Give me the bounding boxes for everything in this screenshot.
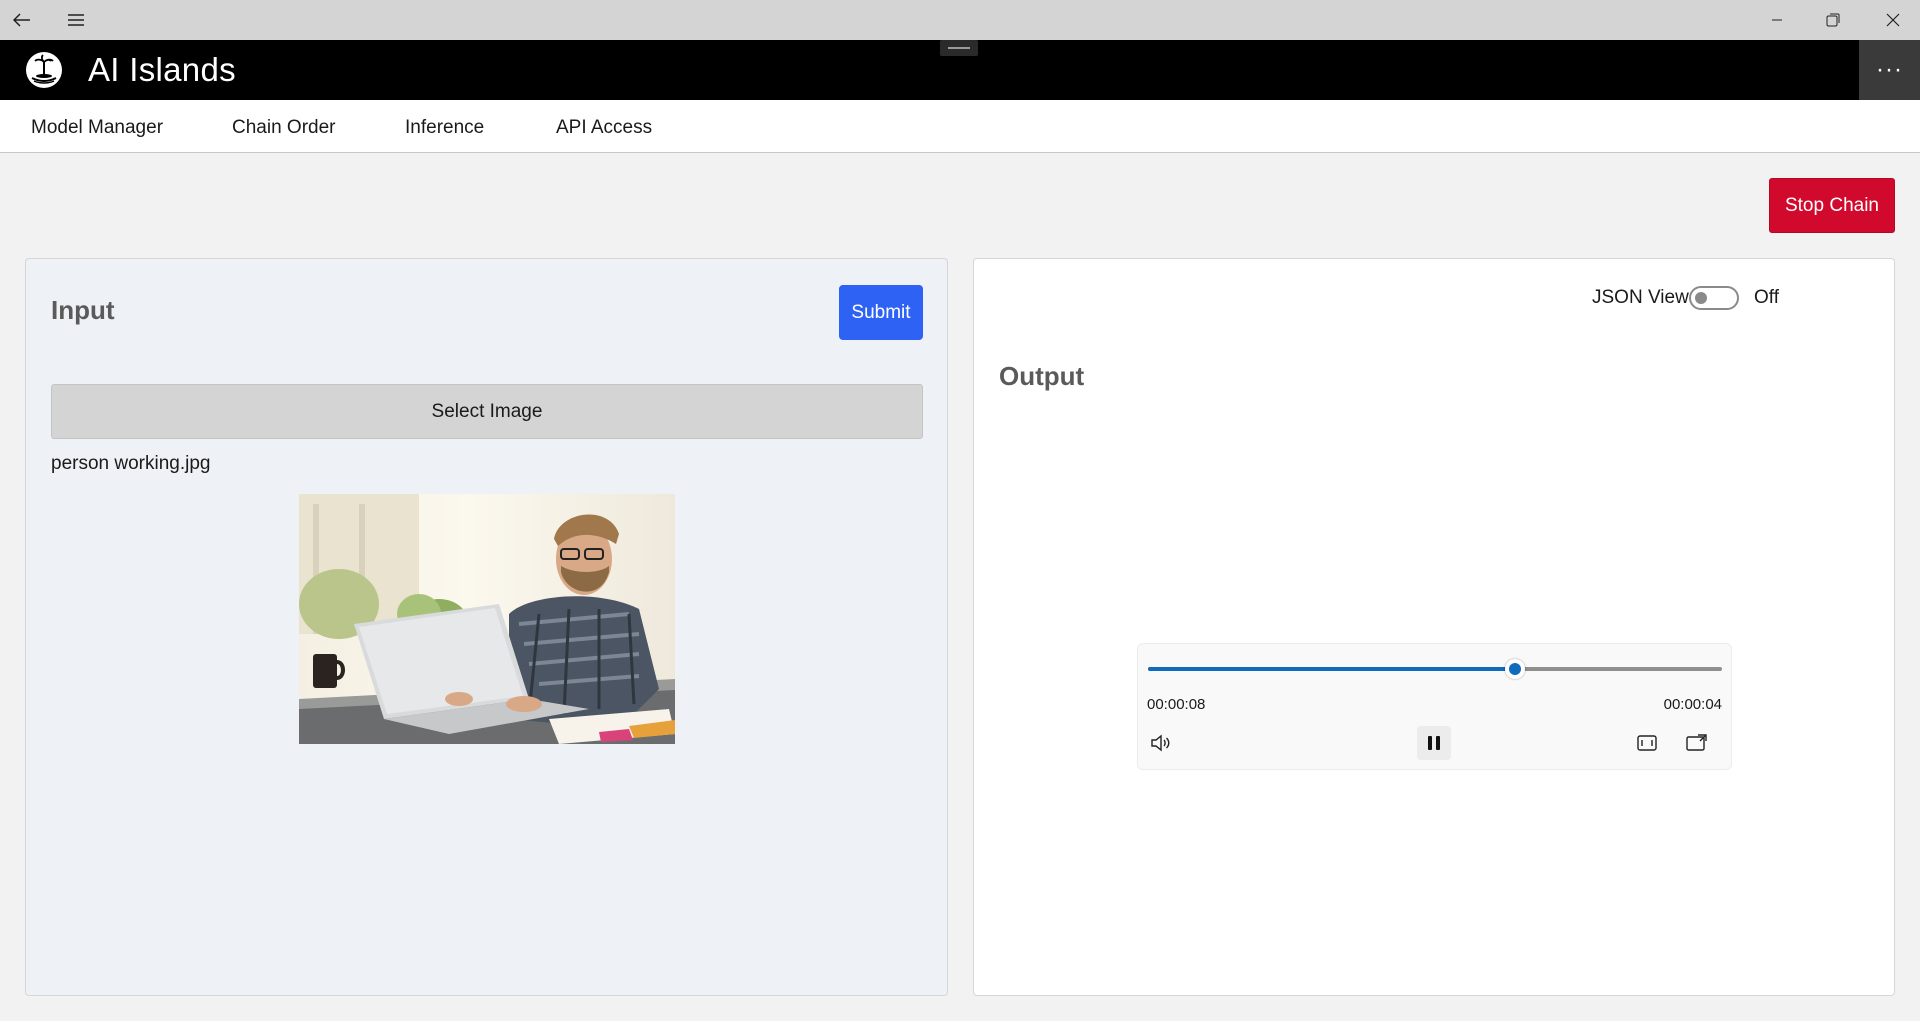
- toggle-knob: [1695, 292, 1707, 304]
- volume-icon[interactable]: [1144, 726, 1178, 760]
- nav-model-manager[interactable]: Model Manager: [31, 100, 163, 153]
- nav-api-access[interactable]: API Access: [556, 100, 652, 153]
- minimize-icon[interactable]: [1754, 0, 1800, 40]
- submit-button[interactable]: Submit: [839, 285, 923, 340]
- cast-to-device-icon[interactable]: [1679, 726, 1713, 760]
- close-icon[interactable]: [1866, 0, 1920, 40]
- input-title: Input: [51, 295, 115, 325]
- json-view-toggle[interactable]: [1689, 286, 1739, 310]
- input-panel: Input Submit Select Image person working…: [25, 258, 948, 996]
- pause-icon[interactable]: [1417, 726, 1451, 760]
- input-image-preview: [299, 494, 675, 744]
- restore-icon[interactable]: [1810, 0, 1856, 40]
- seek-bar[interactable]: [1148, 659, 1722, 679]
- back-arrow-icon[interactable]: [0, 0, 44, 40]
- nav-chain-order[interactable]: Chain Order: [232, 100, 336, 153]
- nav-inference[interactable]: Inference: [405, 100, 484, 153]
- hamburger-menu-icon[interactable]: [54, 0, 98, 40]
- remaining-time: 00:00:04: [1663, 696, 1722, 713]
- app-header: AI Islands ···: [0, 40, 1920, 100]
- aspect-ratio-icon[interactable]: [1630, 726, 1664, 760]
- select-image-button[interactable]: Select Image: [51, 384, 923, 439]
- json-view-label: JSON View: [1592, 287, 1689, 308]
- window-title-bar: [0, 0, 1920, 40]
- main-navigation: Model Manager Chain Order Inference API …: [0, 100, 1920, 153]
- seek-progress: [1148, 667, 1509, 671]
- more-icon: ···: [1876, 56, 1903, 83]
- more-options-button[interactable]: ···: [1859, 40, 1920, 100]
- island-logo-icon: [24, 50, 64, 90]
- drag-handle[interactable]: [940, 40, 978, 56]
- app-title: AI Islands: [88, 51, 236, 88]
- json-view-state: Off: [1754, 287, 1779, 308]
- seek-thumb[interactable]: [1505, 659, 1525, 679]
- stop-chain-button[interactable]: Stop Chain: [1769, 178, 1895, 233]
- output-title: Output: [999, 361, 1085, 391]
- elapsed-time: 00:00:08: [1147, 696, 1206, 713]
- media-player: 00:00:08 00:00:04: [1137, 643, 1732, 770]
- output-panel: JSON View Off Output 00:00:08 00:00:04: [973, 258, 1895, 996]
- selected-filename: person working.jpg: [51, 453, 211, 474]
